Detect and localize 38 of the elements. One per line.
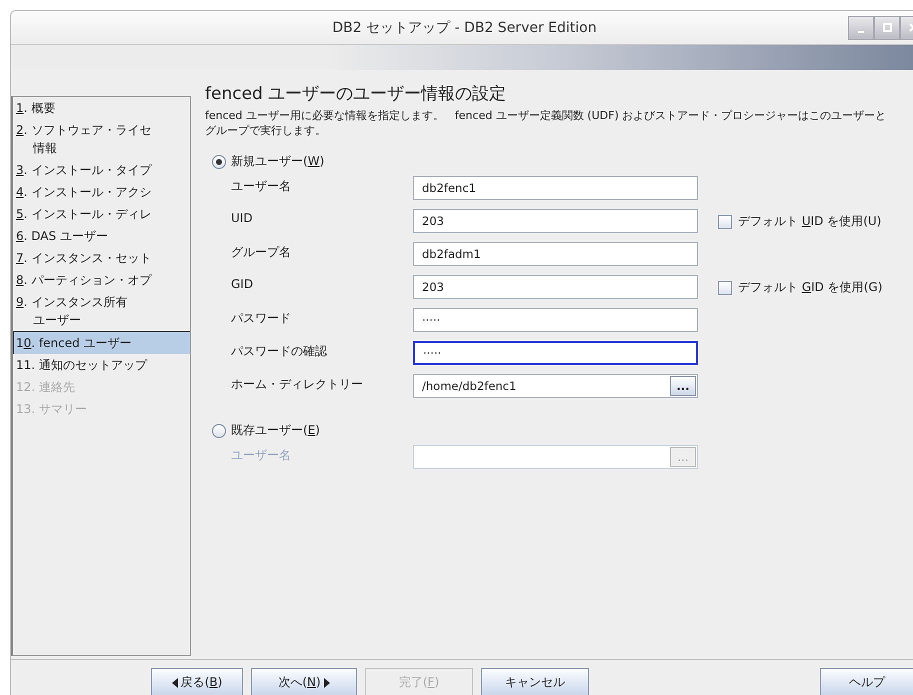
step-item[interactable]: 2. ソフトウェア・ライセ 情報 — [13, 119, 190, 159]
wizard-button[interactable]: 戻る(B) — [151, 668, 243, 695]
step-item[interactable]: 8. パーティション・オプ — [13, 269, 190, 291]
browse-button[interactable]: ... — [670, 376, 696, 396]
input-field[interactable]: 203 — [413, 209, 698, 233]
input-field[interactable]: ····· — [413, 308, 698, 332]
checkbox-label[interactable]: デフォルト GID を使用(G) — [738, 279, 882, 296]
step-item[interactable]: 1. 概要 — [13, 97, 190, 119]
input-field[interactable]: db2fenc1 — [413, 176, 698, 200]
wizard-button[interactable]: ヘルプ — [820, 668, 913, 695]
field-label: パスワードの確認 — [230, 343, 328, 360]
page-heading: fenced ユーザーのユーザー情報の設定 — [205, 83, 508, 105]
page-description: fenced ユーザー用に必要な情報を指定します。 fenced ユーザー定義関数 (UDF) およびストアード・プロシージャーはこのユーザーとグループで実行します。 — [205, 108, 888, 138]
field-label: ユーザー名 — [230, 178, 292, 195]
field-label: UID — [230, 210, 254, 225]
input-field[interactable]: /home/db2fenc1 ... — [413, 374, 698, 398]
field-label: パスワード — [230, 310, 292, 327]
step-item[interactable]: 6. DAS ユーザー — [13, 225, 190, 247]
field-label: ホーム・ディレクトリー — [230, 376, 364, 393]
input-field[interactable]: ····· — [413, 341, 698, 365]
input-field[interactable]: db2fadm1 — [413, 242, 698, 266]
field-label: GID — [230, 276, 254, 291]
checkbox-label[interactable]: デフォルト UID を使用(U) — [738, 213, 882, 230]
field-label: グループ名 — [230, 244, 292, 261]
wizard-button[interactable]: 次へ(N) — [251, 668, 357, 695]
step-item[interactable]: 3. インストール・タイプ — [13, 159, 190, 181]
input-field[interactable]: 203 — [413, 275, 698, 299]
step-item[interactable]: 10. fenced ユーザー — [13, 331, 190, 354]
radio-label[interactable]: 新規ユーザー(W) — [231, 153, 324, 170]
radio-label[interactable]: 既存ユーザー(E) — [231, 422, 320, 439]
step-item[interactable]: 7. インスタンス・セット — [13, 247, 190, 269]
wizard-button[interactable]: キャンセル — [481, 668, 589, 695]
step-item[interactable]: 9. インスタンス所有 ユーザー — [13, 291, 190, 331]
field-label: ユーザー名 — [230, 447, 292, 464]
step-item[interactable]: 5. インストール・ディレ — [13, 203, 190, 225]
step-item[interactable]: 4. インストール・アクシ — [13, 181, 190, 203]
step-item[interactable]: 11. 通知のセットアップ — [13, 354, 190, 376]
window-title: DB2 セットアップ - DB2 Server Edition — [331, 18, 598, 36]
